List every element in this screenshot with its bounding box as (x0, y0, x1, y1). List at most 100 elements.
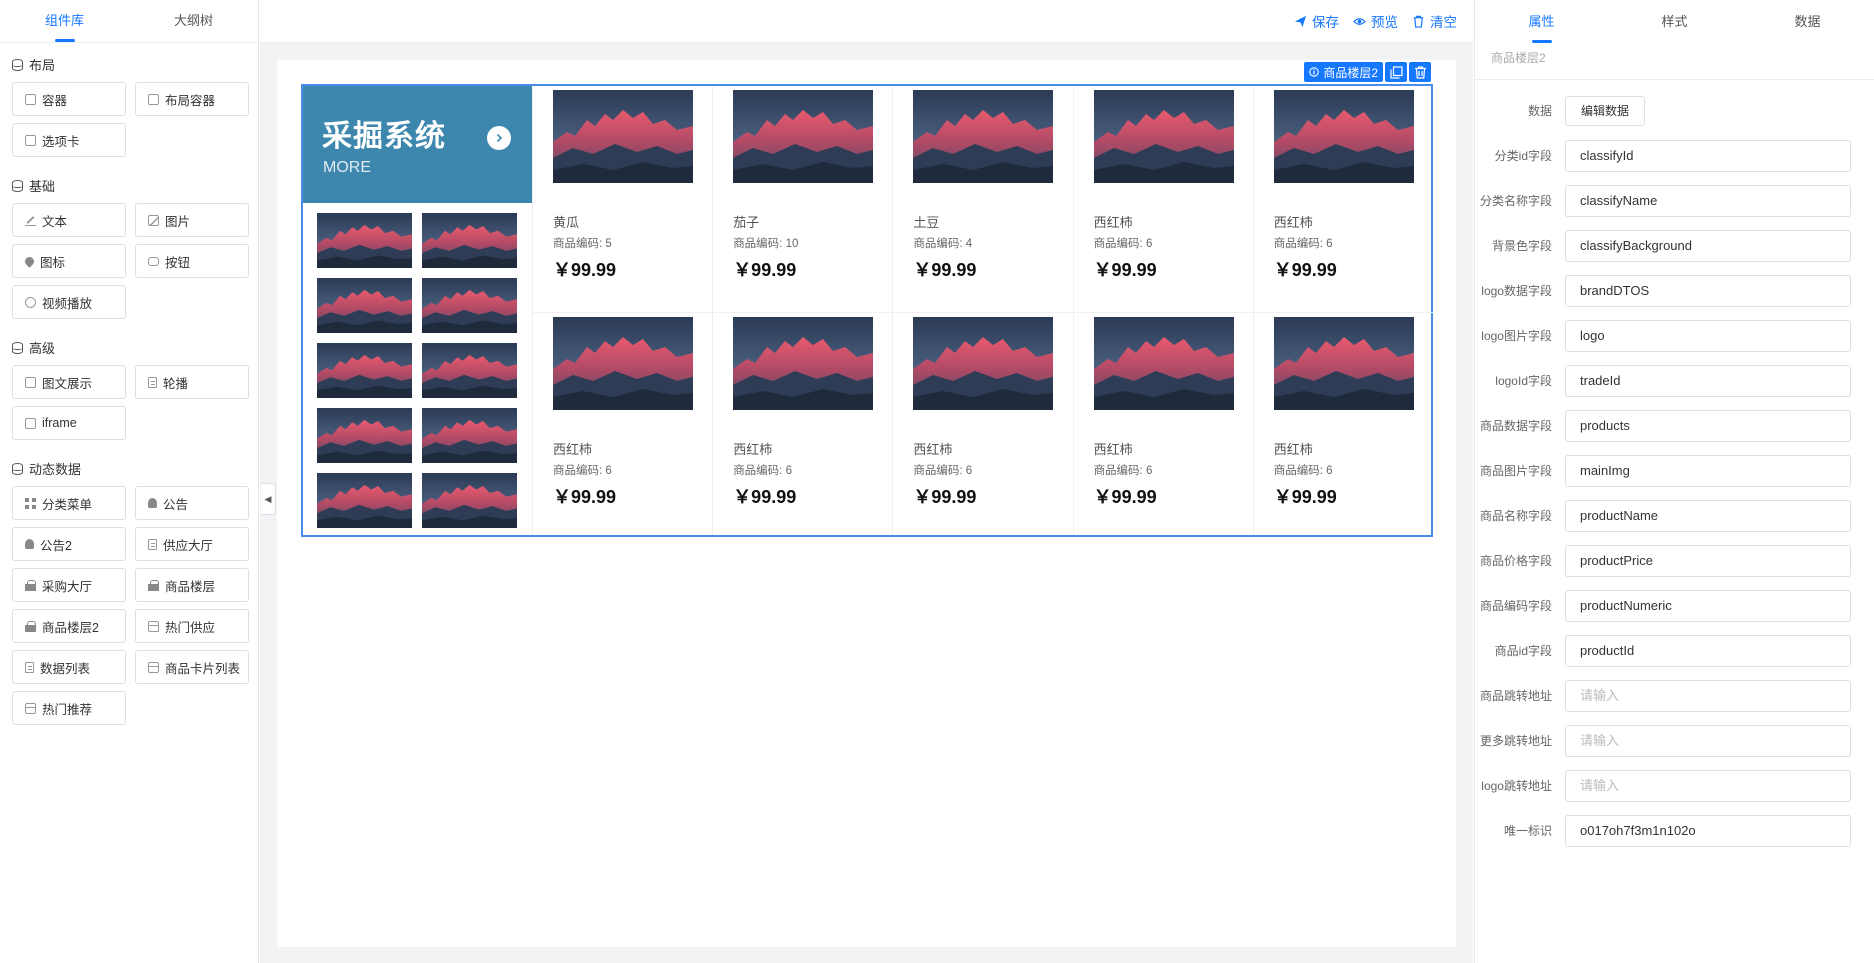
product-price: ￥99.99 (553, 487, 617, 507)
toolbar: 保存 预览 清空 (260, 0, 1473, 43)
clear-label: 清空 (1430, 15, 1457, 30)
field-input[interactable] (1565, 454, 1851, 487)
edit-data-button[interactable]: 编辑数据 (1565, 95, 1646, 126)
component-hot-recommend[interactable]: 热门推荐 (12, 691, 126, 725)
field-input[interactable] (1565, 274, 1851, 307)
brand-logo-image (317, 473, 412, 528)
product-image (733, 317, 873, 410)
component-supply-hall[interactable]: 供应大厅 (135, 527, 249, 561)
delete-component-button[interactable] (1409, 62, 1431, 82)
field-input[interactable] (1565, 229, 1851, 262)
right-tabs: 属性 样式 数据 (1475, 0, 1874, 43)
database-icon (12, 341, 23, 354)
icon-icon (23, 254, 36, 268)
brand-logo[interactable] (317, 343, 412, 398)
field-input[interactable] (1565, 814, 1851, 847)
page-canvas[interactable]: 商品楼层2 采掘系统 MORE 黄瓜 商品编码: 5 ￥99.99 茄子 商品编码: 1… (277, 60, 1456, 947)
component-text[interactable]: 文本 (12, 203, 126, 237)
component-product-floor[interactable]: 商品楼层 (135, 568, 249, 602)
brand-logo[interactable] (422, 473, 517, 528)
brand-logo[interactable] (422, 408, 517, 463)
component-image[interactable]: 图片 (135, 203, 249, 237)
product-code: 商品编码: 10 (733, 238, 799, 250)
component-image-text[interactable]: 图文展示 (12, 365, 126, 399)
field-input[interactable] (1565, 139, 1851, 172)
field-input[interactable] (1565, 319, 1851, 352)
preview-button[interactable]: 预览 (1353, 11, 1398, 31)
component-icon[interactable]: 图标 (12, 244, 126, 278)
component-label: 分类菜单 (42, 497, 93, 512)
shop-icon (148, 579, 159, 591)
field-input[interactable] (1565, 724, 1851, 757)
brand-logo[interactable] (317, 213, 412, 268)
clear-button[interactable]: 清空 (1412, 11, 1457, 31)
collapse-panel-button[interactable]: ◀ (261, 483, 276, 515)
product-card[interactable]: 西红柿 商品编码: 6 ￥99.99 (1072, 86, 1253, 313)
field-input[interactable] (1565, 544, 1851, 577)
component-category-menu[interactable]: 分类菜单 (12, 486, 126, 520)
brand-logo[interactable] (317, 278, 412, 333)
product-image (1274, 90, 1414, 183)
tab-outline-tree[interactable]: 大纲树 (129, 0, 258, 42)
save-button[interactable]: 保存 (1294, 11, 1339, 31)
product-card[interactable]: 西红柿 商品编码: 6 ￥99.99 (712, 313, 892, 535)
product-card[interactable]: 土豆 商品编码: 4 ￥99.99 (892, 86, 1073, 313)
product-card[interactable]: 西红柿 商品编码: 6 ￥99.99 (532, 313, 712, 535)
product-price: ￥99.99 (913, 487, 977, 507)
field-input[interactable] (1565, 589, 1851, 622)
field-input[interactable] (1565, 409, 1851, 442)
component-container[interactable]: 容器 (12, 82, 126, 116)
field-input[interactable] (1565, 769, 1851, 802)
brand-logo[interactable] (422, 213, 517, 268)
component-button[interactable]: 按钮 (135, 244, 249, 278)
product-card[interactable]: 西红柿 商品编码: 6 ￥99.99 (1072, 313, 1253, 535)
breadcrumb: 商品楼层2 (1475, 43, 1874, 80)
field-input[interactable] (1565, 679, 1851, 712)
more-button[interactable] (487, 126, 511, 150)
component-video[interactable]: 视频播放 (12, 285, 126, 319)
product-card[interactable]: 茄子 商品编码: 10 ￥99.99 (712, 86, 893, 313)
component-layout-container[interactable]: 布局容器 (135, 82, 249, 116)
category-menu-icon (25, 497, 36, 509)
component-label: 供应大厅 (163, 538, 214, 553)
component-purchase-hall[interactable]: 采购大厅 (12, 568, 126, 602)
component-name-badge[interactable]: 商品楼层2 (1304, 62, 1383, 82)
field-input[interactable] (1565, 634, 1851, 667)
classify-header[interactable]: 采掘系统 MORE (303, 86, 532, 203)
brand-logo[interactable] (317, 408, 412, 463)
group-title-layout: 布局 (12, 55, 258, 74)
component-notice-2[interactable]: 公告2 (12, 527, 126, 561)
field-label: 商品编码字段 (1479, 599, 1552, 613)
brand-logo[interactable] (422, 343, 517, 398)
trash-icon (1413, 15, 1424, 28)
tab-data[interactable]: 数据 (1741, 0, 1874, 43)
tab-component-library[interactable]: 组件库 (0, 0, 129, 42)
component-notice[interactable]: 公告 (135, 486, 249, 520)
field-input[interactable] (1565, 499, 1851, 532)
form-row: logoId字段 (1475, 358, 1874, 403)
product-image (1094, 90, 1234, 183)
tab-properties[interactable]: 属性 (1475, 0, 1608, 43)
component-iframe[interactable]: iframe (12, 406, 126, 440)
product-card[interactable]: 西红柿 商品编码: 6 ￥99.99 (1252, 86, 1433, 313)
product-name: 西红柿 (913, 442, 953, 457)
tab-styles[interactable]: 样式 (1608, 0, 1741, 43)
component-tabs[interactable]: 选项卡 (12, 123, 126, 157)
component-hot-supply[interactable]: 热门供应 (135, 609, 249, 643)
component-label: 图片 (165, 214, 191, 229)
component-carousel[interactable]: 轮播 (135, 365, 249, 399)
field-input[interactable] (1565, 184, 1851, 217)
video-icon (25, 296, 36, 308)
brand-logo-image (317, 213, 412, 268)
product-card[interactable]: 西红柿 商品编码: 6 ￥99.99 (1252, 313, 1433, 535)
product-card[interactable]: 黄瓜 商品编码: 5 ￥99.99 (532, 86, 713, 313)
product-card[interactable]: 西红柿 商品编码: 6 ￥99.99 (892, 313, 1072, 535)
product-floor-2-component[interactable]: 商品楼层2 采掘系统 MORE 黄瓜 商品编码: 5 ￥99.99 茄子 商品编码: 1… (301, 62, 1433, 537)
component-product-floor-2[interactable]: 商品楼层2 (12, 609, 126, 643)
field-input[interactable] (1565, 364, 1851, 397)
brand-logo[interactable] (317, 473, 412, 528)
copy-component-button[interactable] (1385, 62, 1407, 82)
component-data-list[interactable]: 数据列表 (12, 650, 126, 684)
component-card-list[interactable]: 商品卡片列表 (135, 650, 249, 684)
brand-logo[interactable] (422, 278, 517, 333)
